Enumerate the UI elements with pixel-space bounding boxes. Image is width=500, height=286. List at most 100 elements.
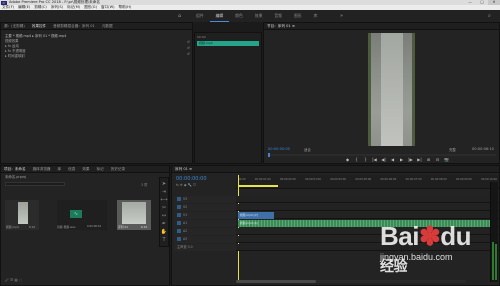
workspace-tab-libraries[interactable]: 库	[308, 10, 324, 22]
video-clip[interactable]: 视频.mp4 [V]	[238, 212, 274, 219]
workspace-tab-effects[interactable]: 效果	[249, 10, 269, 22]
timeline-horizontal-scrollbar[interactable]	[236, 280, 466, 283]
quality-select[interactable]: 完整	[449, 147, 456, 152]
track-header: 主声道 0.0	[174, 244, 236, 251]
type-tool-icon[interactable]: T	[160, 236, 168, 244]
workspace-tab-audio[interactable]: 音频	[268, 10, 288, 22]
project-panel: 项目：未命名 媒体浏览器 库 信息 效果 标记 历史记录 未命名.prproj …	[0, 165, 170, 286]
tab-source[interactable]: 源：(无剪辑)	[4, 23, 25, 30]
mini-timecode: 00:00	[197, 35, 206, 39]
hand-tool-icon[interactable]: ✋	[160, 228, 168, 236]
ruler-tick: 00:00:06:00	[380, 178, 397, 181]
tab-effects[interactable]: 效果	[82, 166, 89, 173]
lift-button[interactable]: ⊞	[425, 157, 432, 163]
sequence-thumbnail	[122, 202, 146, 224]
track-target-icon[interactable]	[177, 197, 181, 201]
rewind-button[interactable]: ◀	[389, 157, 396, 163]
program-timecode[interactable]: 00:00:00:00	[268, 147, 290, 151]
tab-program[interactable]: 节目：序列 01 ≡	[267, 23, 295, 30]
selection-tool-icon[interactable]: ➤	[160, 180, 168, 188]
ripple-edit-tool-icon[interactable]: ⟷	[160, 196, 168, 204]
track-name: A1	[183, 221, 188, 225]
track-target-icon[interactable]	[177, 221, 181, 225]
search-icon[interactable]: ⌕	[488, 13, 495, 20]
ruler-tick: 00:00:03:00	[305, 178, 321, 181]
track-name: A2	[183, 229, 188, 233]
tab-sequence-01[interactable]: 序列 01 ≡	[175, 166, 192, 173]
tab-effect-controls[interactable]: 效果控件	[32, 23, 46, 30]
project-footer-icons: 🖉 ☰ ▦ ◌	[5, 278, 23, 282]
tab-metadata[interactable]: 元数据	[102, 23, 113, 30]
track-v2[interactable]: V2	[174, 204, 499, 211]
track-target-icon[interactable]	[177, 229, 181, 233]
tab-history[interactable]: 历史记录	[111, 166, 125, 173]
mini-clip-bar[interactable]: 视频.mp4	[197, 41, 259, 46]
home-icon[interactable]: ⌂	[178, 13, 184, 19]
pen-tool-icon[interactable]: ✒	[160, 220, 168, 228]
project-item-duration: 6:10	[141, 225, 148, 229]
track-target-icon[interactable]	[177, 213, 181, 217]
program-scrubber[interactable]	[268, 153, 496, 157]
tab-audio-mixer[interactable]: 音频剪辑混合器：序列 01	[53, 23, 95, 30]
audio-meter-left	[492, 242, 494, 280]
project-item-duration: 0:00:06:10	[87, 225, 102, 228]
ruler-tick: 00:00:09:00	[455, 178, 472, 181]
project-search-input[interactable]	[5, 182, 65, 186]
project-item-name: 序列 01	[118, 225, 129, 229]
workspace-tab-editing[interactable]: 编辑	[209, 10, 230, 22]
track-target-icon[interactable]	[177, 205, 181, 209]
program-playhead[interactable]	[268, 153, 270, 157]
track-header: V2	[174, 204, 236, 211]
project-tabs: 项目：未命名 媒体浏览器 库 信息 效果 标记 历史记录	[1, 166, 169, 173]
ruler-tick: 00:00	[238, 178, 246, 181]
extract-button[interactable]: ⊟	[434, 157, 441, 163]
project-item-duration: 6:10	[29, 225, 36, 229]
watermark: Bai✽du 经验 jingyan.baidu.com	[380, 221, 485, 274]
scrollbar-thumb[interactable]	[236, 280, 316, 283]
workspace-tab-graphics[interactable]: 图形	[288, 10, 308, 22]
effect-controls-panel: 源：(无剪辑) 效果控件 音频剪辑混合器：序列 01 元数据 主要 * 视频.m…	[0, 22, 193, 164]
mark-out-button[interactable]: }	[362, 157, 369, 163]
project-item-selected[interactable]: 序列 01 6:10	[117, 200, 151, 230]
slip-tool-icon[interactable]: ↔	[160, 212, 168, 220]
workspace-tab-color[interactable]: 颜色	[229, 10, 249, 22]
video-preview-frame[interactable]	[368, 33, 415, 146]
track-header: A1	[174, 220, 236, 227]
play-button[interactable]: ▶	[398, 157, 405, 163]
go-to-out-button[interactable]: ▶|	[416, 157, 423, 163]
premiere-app-icon: Pr	[1, 0, 7, 5]
tab-project[interactable]: 项目：未命名	[4, 166, 26, 173]
mark-in-button[interactable]: {	[353, 157, 360, 163]
reset-icon[interactable]: ↺	[187, 51, 192, 57]
timeline-ruler[interactable]: 00:00 00:00:01:00 00:00:02:00 00:00:03:0…	[236, 175, 499, 189]
razor-tool-icon[interactable]: ✂	[160, 204, 168, 212]
project-file-name: 未命名.prproj	[5, 175, 27, 179]
track-v1[interactable]: V1 视频.mp4 [V]	[174, 212, 499, 219]
more-workspaces-icon[interactable]: »	[340, 12, 348, 20]
watermark-url: jingyan.baidu.com	[380, 252, 453, 262]
project-item-name: 音频 视频.wav	[57, 225, 76, 229]
track-target-icon[interactable]	[177, 237, 181, 241]
effects-row-time-remap[interactable]: ▸ 时间重映射	[1, 54, 192, 59]
tab-media-browser[interactable]: 媒体浏览器	[33, 166, 51, 173]
source-panel-tabs: 源：(无剪辑) 效果控件 音频剪辑混合器：序列 01 元数据	[1, 23, 192, 30]
tab-libraries[interactable]: 库	[58, 166, 62, 173]
zoom-select[interactable]: 适合	[304, 147, 311, 152]
step-forward-button[interactable]: |▶	[407, 157, 414, 163]
workspace-tab-assembly[interactable]: 组件	[190, 10, 210, 22]
project-item[interactable]: ∿ 音频 视频.wav 0:00:06:10	[57, 200, 107, 230]
go-to-in-button[interactable]: |◀	[371, 157, 378, 163]
track-v3[interactable]: V3	[174, 196, 499, 203]
project-item[interactable]: 视频.mp4 6:10	[5, 200, 39, 230]
tab-info[interactable]: 信息	[68, 166, 75, 173]
timeline-tool-icons: ⇆ ⊕ ◆ 🔧 ☷	[176, 183, 196, 187]
add-marker-button[interactable]: ◆	[344, 157, 351, 163]
watermark-suffix: du	[440, 221, 472, 251]
export-frame-button[interactable]: 📷	[443, 157, 450, 163]
track-select-tool-icon[interactable]: ⇥	[160, 188, 168, 196]
tab-markers[interactable]: 标记	[97, 166, 104, 173]
work-area-bar[interactable]	[238, 185, 278, 187]
timeline-timecode[interactable]: 00:00:00:00	[176, 176, 207, 182]
track-name: V3	[183, 197, 188, 201]
step-back-button[interactable]: ◀|	[380, 157, 387, 163]
